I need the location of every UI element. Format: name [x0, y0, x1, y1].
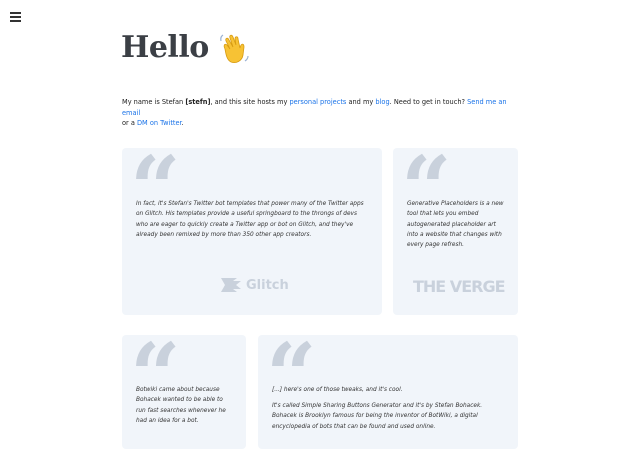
testimonial-card-glitch: “ In fact, it's Stefan's Twitter bot tem… — [122, 144, 382, 315]
personal-projects-link[interactable]: personal projects — [289, 98, 346, 106]
page-title: Hello — [121, 30, 251, 65]
intro-text: . Need to get in touch? — [389, 98, 468, 106]
glitch-logo: Glitch — [219, 276, 289, 294]
testimonial-quote: In fact, it's Stefan's Twitter bot templ… — [136, 201, 364, 238]
testimonial-card-botwiki: “ Botwiki came about because Bohacek wan… — [122, 331, 246, 449]
page-title-text: Hello — [121, 30, 209, 65]
the-verge-logo: THE VERGE — [413, 277, 505, 296]
testimonial-card-sharing: “ [...] here's one of those tweaks, and … — [258, 331, 518, 449]
testimonial-card-verge: “ Generative Placeholders is a new tool … — [393, 144, 518, 315]
glitch-logo-text: Glitch — [246, 277, 289, 293]
glitch-fish-icon — [221, 278, 241, 292]
intro-text: , and this site hosts my — [210, 98, 290, 106]
testimonial-quote: It's called Simple Sharing Buttons Gener… — [272, 403, 483, 430]
intro-text: or a — [122, 119, 137, 127]
hamburger-menu-icon[interactable] — [10, 12, 21, 22]
waving-hand-icon — [219, 34, 249, 63]
intro-paragraph: My name is Stefan [stefn], and this site… — [122, 97, 522, 129]
intro-text: and my — [346, 98, 376, 106]
handle-text: [stefn] — [185, 98, 211, 106]
intro-text: My name is Stefan — [122, 98, 186, 106]
twitter-dm-link[interactable]: DM on Twitter — [137, 119, 182, 127]
blog-link[interactable]: blog — [375, 98, 389, 106]
intro-text: . — [181, 119, 184, 127]
testimonial-quote: [...] here's one of those tweaks, and it… — [272, 387, 403, 393]
testimonial-quote: Generative Placeholders is a new tool th… — [407, 201, 504, 249]
testimonial-quote: Botwiki came about because Bohacek wante… — [136, 387, 226, 424]
